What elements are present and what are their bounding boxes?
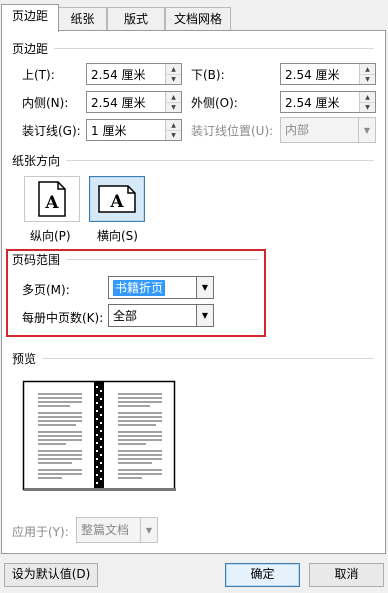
sheets-per-booklet-select[interactable]: 全部 ▼ (108, 304, 214, 327)
spin-up-icon[interactable]: ▲ (166, 92, 181, 102)
apply-to-label: 应用于(Y): (12, 525, 69, 539)
inside-label: 内侧(N): (22, 96, 69, 110)
outside-margin-value: 2.54 厘米 (285, 96, 340, 110)
top-margin-value: 2.54 厘米 (91, 68, 146, 82)
landscape-page-icon: A (98, 185, 136, 213)
portrait-page-icon: A (38, 181, 66, 217)
orientation-separator (12, 160, 374, 161)
bottom-margin-value: 2.54 厘米 (285, 68, 340, 82)
orientation-title: 纸张方向 (12, 152, 67, 169)
outside-label: 外侧(O): (191, 96, 238, 110)
multiple-pages-label: 多页(M): (22, 283, 70, 297)
spin-down-icon[interactable]: ▼ (166, 74, 181, 84)
margins-separator (12, 48, 374, 49)
gutter-position-label: 装订线位置(U): (191, 124, 274, 138)
landscape-label: 横向(S) (97, 229, 138, 243)
book-fold-preview (22, 380, 176, 491)
tab-layout[interactable]: 版式 (107, 7, 165, 30)
spin-down-icon[interactable]: ▼ (360, 74, 375, 84)
apply-to-value: 整篇文档 (81, 523, 130, 537)
spin-up-icon[interactable]: ▲ (166, 120, 181, 130)
inside-margin-spinner[interactable]: 2.54 厘米 ▲ ▼ (86, 91, 182, 113)
spin-down-icon[interactable]: ▼ (166, 102, 181, 112)
sheets-per-booklet-label: 每册中页数(K): (22, 311, 104, 325)
svg-text:A: A (109, 192, 124, 212)
outside-margin-spinner[interactable]: 2.54 厘米 ▲ ▼ (280, 91, 376, 113)
chevron-down-icon: ▼ (140, 518, 157, 542)
multiple-pages-value: 书籍折页 (113, 280, 166, 296)
chevron-down-icon: ▼ (196, 305, 213, 326)
chevron-down-icon: ▼ (358, 118, 375, 142)
bottom-label: 下(B): (191, 68, 225, 82)
portrait-option[interactable]: A (24, 176, 80, 222)
chevron-down-icon: ▼ (196, 277, 213, 298)
bottom-margin-spinner[interactable]: 2.54 厘米 ▲ ▼ (280, 63, 376, 85)
margins-title: 页边距 (12, 40, 55, 57)
inside-margin-value: 2.54 厘米 (91, 96, 146, 110)
ok-button[interactable]: 确定 (225, 563, 300, 587)
sheets-per-booklet-value: 全部 (113, 309, 138, 323)
multiple-pages-select[interactable]: 书籍折页 ▼ (108, 276, 214, 299)
set-default-button[interactable]: 设为默认值(D) (4, 563, 98, 587)
landscape-option[interactable]: A (89, 176, 145, 222)
pages-title: 页码范围 (12, 251, 67, 268)
gutter-spinner[interactable]: 1 厘米 ▲ ▼ (86, 119, 182, 141)
spin-down-icon[interactable]: ▼ (360, 102, 375, 112)
portrait-label: 纵向(P) (30, 229, 71, 243)
top-label: 上(T): (22, 68, 55, 82)
tab-margins[interactable]: 页边距 (1, 4, 59, 32)
spin-up-icon[interactable]: ▲ (360, 92, 375, 102)
preview-separator (12, 358, 374, 359)
spin-down-icon[interactable]: ▼ (166, 130, 181, 140)
gutter-position-value: 内部 (285, 123, 310, 137)
gutter-label: 装订线(G): (22, 124, 81, 138)
spin-up-icon[interactable]: ▲ (360, 64, 375, 74)
apply-to-select[interactable]: 整篇文档 ▼ (76, 517, 158, 543)
tab-paper[interactable]: 纸张 (58, 7, 107, 30)
top-margin-spinner[interactable]: 2.54 厘米 ▲ ▼ (86, 63, 182, 85)
preview-title: 预览 (12, 350, 43, 367)
cancel-button[interactable]: 取消 (309, 563, 384, 587)
gutter-value: 1 厘米 (91, 124, 127, 138)
tab-docgrid[interactable]: 文档网格 (165, 7, 231, 30)
svg-text:A: A (44, 193, 59, 213)
spin-up-icon[interactable]: ▲ (166, 64, 181, 74)
gutter-position-select[interactable]: 内部 ▼ (280, 117, 376, 143)
